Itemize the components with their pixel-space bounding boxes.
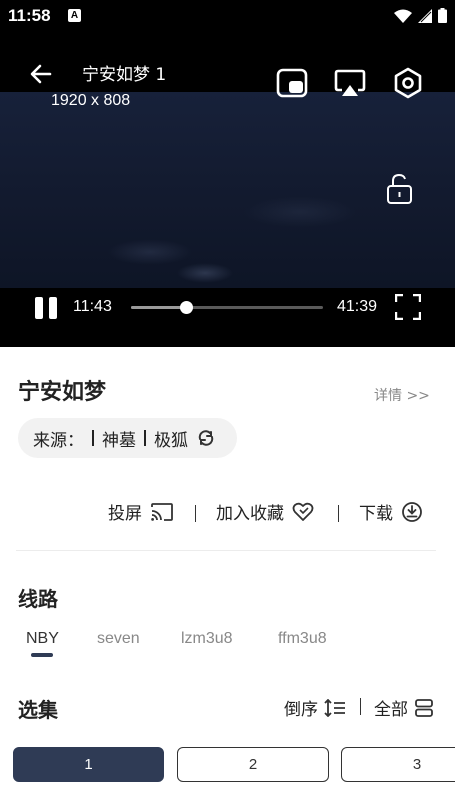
progress-thumb[interactable] (180, 301, 194, 314)
favorite-label: 加入收藏 (216, 504, 284, 524)
cast-icon (151, 502, 173, 521)
heart-icon (292, 502, 314, 521)
episode-button-1[interactable]: 1 (13, 747, 164, 782)
route-tab-seven[interactable]: seven (97, 630, 140, 648)
settings-icon[interactable] (391, 66, 425, 100)
back-arrow-icon[interactable] (26, 59, 56, 89)
current-time: 11:43 (73, 298, 112, 315)
divider-line (16, 550, 436, 551)
download-label: 下载 (359, 504, 393, 524)
info-panel: 宁安如梦 详情 >> 来源： 神墓 极狐 投屏 加入收藏 下载 线路 NBY s… (0, 347, 455, 810)
signal-icon (418, 8, 432, 23)
episode-button-2[interactable]: 2 (177, 747, 329, 782)
source-pill[interactable]: 来源： 神墓 极狐 (18, 418, 237, 458)
progress-bar[interactable] (131, 301, 323, 314)
sort-label: 倒序 (284, 700, 318, 720)
screen-lock-icon[interactable] (384, 172, 416, 206)
fullscreen-icon[interactable] (395, 294, 421, 320)
battery-icon (438, 8, 447, 23)
sort-icon (324, 698, 345, 717)
episode-button-3[interactable]: 3 (341, 747, 455, 782)
video-title: 宁安如梦 1 (82, 65, 167, 85)
pause-icon[interactable] (34, 297, 58, 319)
action-divider (195, 505, 196, 522)
playback-controls: 11:43 41:39 (0, 288, 455, 328)
status-icons (394, 8, 447, 23)
source-separator (144, 430, 146, 446)
source-item[interactable]: 神墓 (102, 426, 136, 451)
sort-reverse-button[interactable]: 倒序 (284, 695, 346, 720)
episode-ctrl-divider (360, 698, 361, 715)
cast-label: 投屏 (108, 504, 142, 524)
action-row: 投屏 加入收藏 下载 (0, 499, 455, 529)
detail-link[interactable]: 详情 >> (374, 385, 430, 405)
video-resolution: 1920 x 808 (51, 92, 131, 109)
source-separator (92, 430, 94, 446)
all-label: 全部 (374, 700, 408, 720)
cast-button[interactable]: 投屏 (108, 499, 174, 524)
download-button[interactable]: 下载 (359, 499, 423, 524)
app-root: 11:58 A 宁安如梦 1 1920 x 808 11:43 41:39 宁安… (0, 0, 455, 810)
show-title: 宁安如梦 (18, 380, 107, 405)
total-time: 41:39 (337, 298, 378, 315)
source-label: 来源： (33, 430, 84, 451)
airplay-icon[interactable] (333, 66, 367, 100)
action-divider (338, 505, 339, 522)
video-player[interactable]: 11:58 A 宁安如梦 1 1920 x 808 11:43 41:39 (0, 0, 455, 347)
picture-in-picture-icon[interactable] (275, 66, 309, 100)
download-icon (402, 501, 422, 522)
wifi-icon (394, 9, 412, 23)
progress-fill (131, 306, 187, 309)
episodes-heading: 选集 (18, 698, 58, 722)
status-time: 11:58 (8, 6, 51, 25)
routes-heading: 线路 (18, 587, 58, 611)
favorite-button[interactable]: 加入收藏 (216, 499, 314, 524)
all-episodes-button[interactable]: 全部 (374, 695, 434, 720)
refresh-icon[interactable] (196, 428, 216, 448)
status-bar: 11:58 A (0, 0, 455, 32)
list-grid-icon (415, 698, 433, 717)
route-tab-nby[interactable]: NBY (26, 630, 59, 648)
route-active-indicator (31, 653, 53, 657)
notification-badge-icon: A (68, 9, 81, 22)
source-item[interactable]: 极狐 (154, 426, 188, 451)
route-tab-ffm3u8[interactable]: ffm3u8 (278, 630, 327, 648)
route-tab-lzm3u8[interactable]: lzm3u8 (181, 630, 233, 648)
